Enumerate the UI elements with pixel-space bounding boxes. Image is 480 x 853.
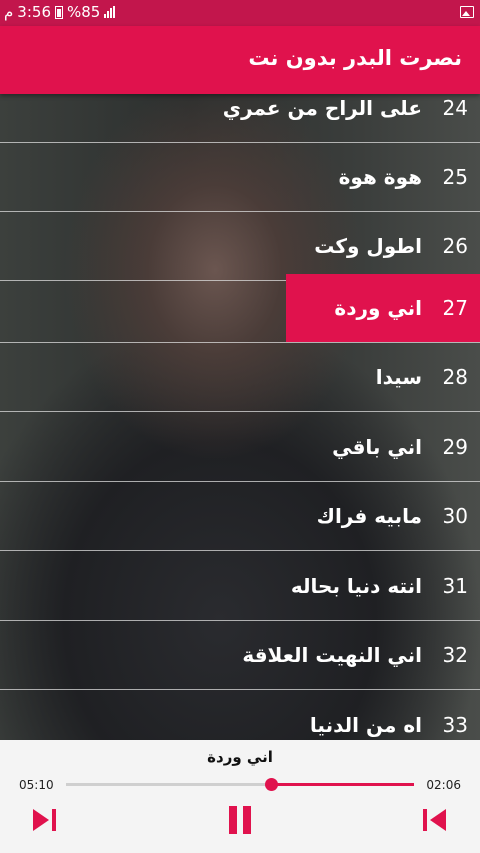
song-title: اني النهيت العلاقة <box>242 643 422 667</box>
pause-icon[interactable] <box>223 803 257 837</box>
song-row[interactable]: هوة هوة 25 <box>0 143 480 212</box>
status-bar: م 3:56 %85 <box>0 0 480 26</box>
song-number: 31 <box>442 574 468 598</box>
song-row[interactable]: على الراح من عمري 24 <box>0 94 480 143</box>
song-number: 30 <box>442 504 468 528</box>
song-title: اطول وكت <box>314 234 422 258</box>
app-bar: نصرت البدر بدون نت <box>0 26 480 94</box>
song-title: اني باقي <box>332 435 422 459</box>
song-list[interactable]: على الراح من عمري 24 هوة هوة 25 اطول وكت… <box>0 94 480 740</box>
song-number: 26 <box>442 234 468 258</box>
song-row-active[interactable]: اني وردة 27 <box>0 274 480 343</box>
skip-previous-icon[interactable] <box>416 803 450 837</box>
now-playing-title: اني وردة <box>207 748 273 766</box>
song-number: 27 <box>442 296 468 320</box>
song-title: اني وردة <box>334 296 422 320</box>
song-number: 29 <box>442 435 468 459</box>
image-notification-icon <box>460 6 474 18</box>
song-row[interactable]: سيدا 28 <box>0 343 480 412</box>
song-title: سيدا <box>375 365 422 389</box>
seek-bar-fill <box>271 783 414 786</box>
song-number: 33 <box>442 713 468 737</box>
song-number: 24 <box>442 96 468 120</box>
song-title: مابيه فراك <box>316 504 422 528</box>
song-number: 28 <box>442 365 468 389</box>
skip-next-icon[interactable] <box>29 803 63 837</box>
song-row[interactable]: اني باقي 29 <box>0 413 480 482</box>
app-title: نصرت البدر بدون نت <box>248 46 462 70</box>
seek-thumb[interactable] <box>265 778 279 791</box>
time-elapsed: 05:10 <box>19 778 54 792</box>
song-title: على الراح من عمري <box>222 96 422 120</box>
song-row[interactable]: اطول وكت 26 <box>0 212 480 281</box>
song-number: 32 <box>442 643 468 667</box>
song-title: اه من الدنيا <box>309 713 422 737</box>
time-total: 02:06 <box>426 778 461 792</box>
song-title: انته دنيا بحاله <box>290 574 422 598</box>
status-battery: %85 <box>66 3 101 21</box>
song-number: 25 <box>442 165 468 189</box>
signal-icon <box>104 6 116 18</box>
song-title: هوة هوة <box>338 165 422 189</box>
battery-icon <box>54 5 63 19</box>
status-carrier: م <box>4 3 14 21</box>
status-time: 3:56 <box>17 3 51 21</box>
song-row[interactable]: مابيه فراك 30 <box>0 482 480 551</box>
seek-bar[interactable] <box>66 778 414 791</box>
song-row[interactable]: انته دنيا بحاله 31 <box>0 552 480 621</box>
song-row[interactable]: اني النهيت العلاقة 32 <box>0 621 480 690</box>
player-panel: اني وردة 05:10 02:06 <box>0 740 480 853</box>
song-row[interactable]: اه من الدنيا 33 <box>0 691 480 740</box>
